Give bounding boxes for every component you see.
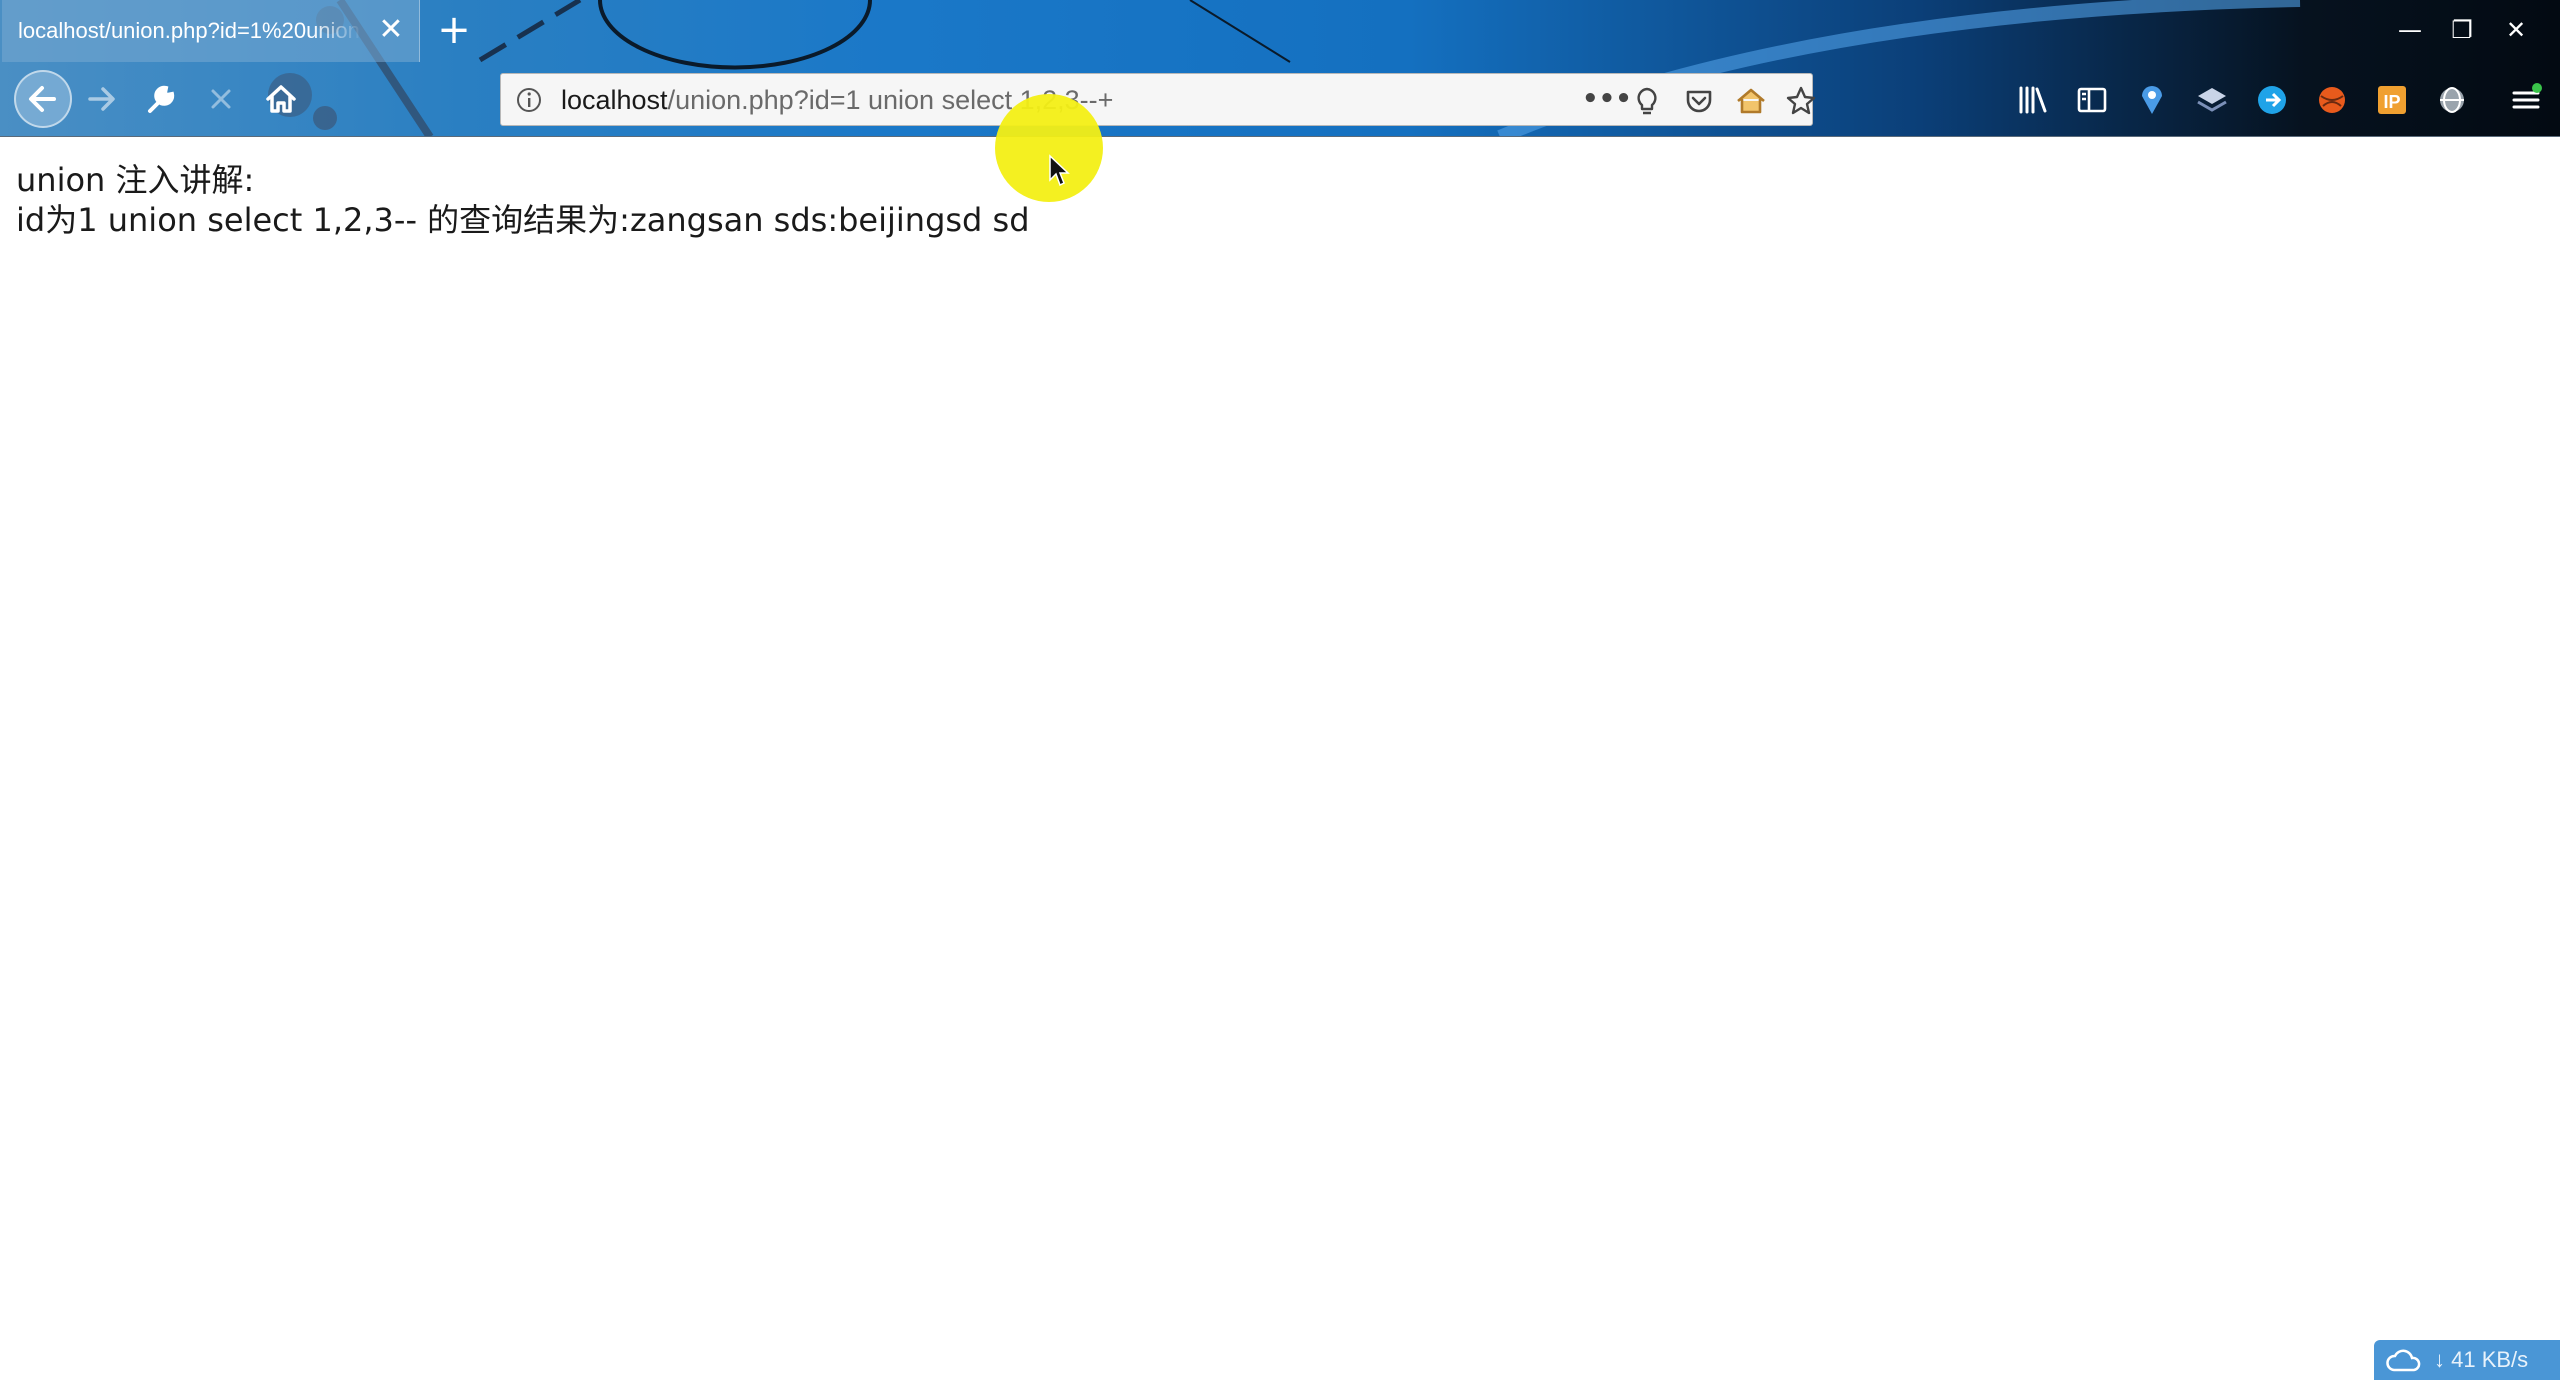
home-button[interactable] bbox=[256, 74, 306, 124]
minimize-button[interactable]: — bbox=[2390, 10, 2430, 50]
home-icon bbox=[266, 85, 296, 113]
page-content: union 注入讲解: id为1 union select 1,2,3-- 的查… bbox=[0, 137, 2560, 1380]
arrow-right-icon bbox=[88, 87, 115, 111]
location-pin-icon[interactable] bbox=[2134, 82, 2170, 118]
developer-tools-button[interactable] bbox=[136, 74, 186, 124]
mouse-cursor-icon bbox=[1049, 154, 1070, 187]
tab-title: localhost/union.php?id=1%20union bbox=[18, 18, 360, 43]
home-extension-icon[interactable] bbox=[1734, 84, 1768, 118]
arrow-extension-icon[interactable] bbox=[2254, 82, 2290, 118]
stop-button[interactable] bbox=[196, 74, 246, 124]
bookmark-star-icon[interactable] bbox=[1784, 84, 1818, 118]
browser-window: localhost/union.php?id=1%20union ✕ + — ❐… bbox=[0, 0, 2560, 1380]
close-window-button[interactable]: ✕ bbox=[2496, 10, 2536, 50]
pocket-icon[interactable] bbox=[1682, 84, 1716, 118]
arrow-left-icon bbox=[29, 86, 56, 112]
wrench-icon bbox=[148, 85, 175, 113]
address-bar[interactable]: localhost/union.php?id=1 union select 1,… bbox=[500, 73, 1816, 126]
back-button[interactable] bbox=[14, 70, 72, 128]
forward-button[interactable] bbox=[76, 74, 126, 124]
restore-button[interactable]: ❐ bbox=[2442, 10, 2482, 50]
info-icon[interactable] bbox=[515, 86, 543, 114]
tab-active[interactable]: localhost/union.php?id=1%20union ✕ bbox=[2, 0, 420, 62]
ip-extension-icon[interactable]: IP bbox=[2374, 82, 2410, 118]
network-speed-widget[interactable]: ↓ 41 KB/s bbox=[2374, 1340, 2560, 1380]
url-host: localhost bbox=[561, 85, 668, 115]
cloud-icon bbox=[2386, 1349, 2421, 1372]
new-tab-button[interactable]: + bbox=[436, 10, 472, 50]
navigation-toolbar: localhost/union.php?id=1 union select 1,… bbox=[0, 62, 2560, 137]
ball-extension-icon[interactable] bbox=[2314, 82, 2350, 118]
layers-extension-icon[interactable] bbox=[2194, 82, 2230, 118]
sidebar-icon[interactable] bbox=[2074, 82, 2110, 118]
download-speed: ↓ 41 KB/s bbox=[2434, 1347, 2529, 1372]
query-result-text: id为1 union select 1,2,3-- 的查询结果为:zangsan… bbox=[16, 201, 1030, 239]
library-icon[interactable] bbox=[2015, 82, 2051, 118]
tab-close-icon[interactable]: ✕ bbox=[377, 15, 405, 45]
lightbulb-icon[interactable] bbox=[1630, 84, 1664, 118]
menu-hamburger-icon[interactable] bbox=[2508, 82, 2544, 118]
page-actions-icon[interactable]: ••• bbox=[1582, 84, 1632, 118]
svg-text:IP: IP bbox=[2383, 92, 2400, 112]
globe-extension-icon[interactable] bbox=[2434, 82, 2470, 118]
stop-x-icon bbox=[211, 89, 231, 109]
browser-chrome: localhost/union.php?id=1%20union ✕ + — ❐… bbox=[0, 0, 2560, 137]
tab-strip: localhost/union.php?id=1%20union ✕ + — ❐… bbox=[0, 0, 2560, 62]
